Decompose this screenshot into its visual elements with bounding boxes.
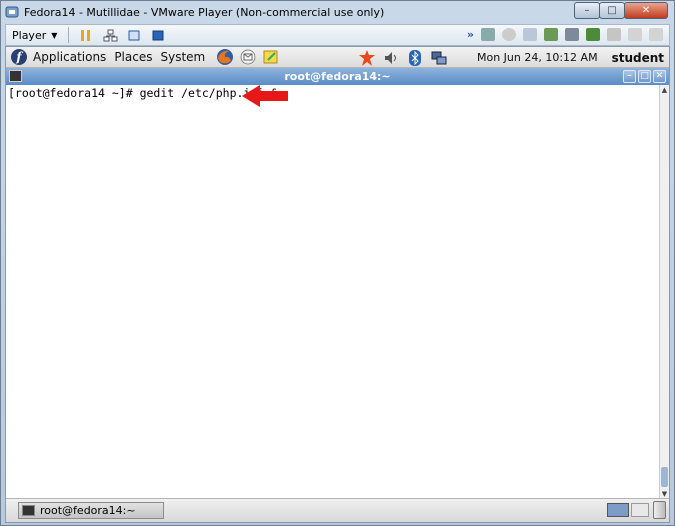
scroll-thumb[interactable] [661, 467, 668, 487]
menu-applications[interactable]: Applications [31, 50, 112, 64]
network-manager-icon[interactable] [431, 50, 447, 66]
email-icon[interactable] [239, 48, 257, 66]
network-adapter-icon[interactable] [544, 28, 558, 41]
menu-system[interactable]: System [158, 50, 211, 64]
trash-icon[interactable] [653, 501, 666, 519]
terminal-maximize-button[interactable]: □ [638, 70, 651, 83]
window-titlebar: Fedora14 - Mutillidae - VMware Player (N… [1, 1, 674, 23]
vmware-toolbar: Player ▼ » [5, 24, 670, 46]
cdrom-icon[interactable] [502, 28, 516, 41]
pause-icon[interactable] [78, 28, 94, 42]
firefox-icon[interactable] [216, 48, 234, 66]
minimize-button[interactable]: – [574, 2, 600, 19]
vmware-icon [5, 6, 19, 18]
terminal-scrollbar[interactable]: ▲ ▼ [659, 85, 669, 499]
user-name[interactable]: student [612, 51, 664, 65]
more-devices-icon[interactable]: » [467, 28, 474, 41]
workspace-1[interactable] [607, 503, 629, 517]
usb-icon[interactable] [586, 28, 600, 41]
taskbar-terminal-button[interactable]: root@fedora14:~ [18, 502, 164, 519]
terminal-titlebar[interactable]: root@fedora14:~ – □ ✕ [6, 68, 669, 85]
toolbar-divider [68, 27, 70, 43]
shell-prompt: [root@fedora14 ~]# [8, 86, 140, 100]
close-button[interactable]: ✕ [624, 2, 668, 19]
window-controls: – □ ✕ [574, 2, 668, 19]
player-label: Player [12, 28, 47, 42]
terminal-icon [22, 505, 35, 516]
volume-icon[interactable] [383, 50, 399, 66]
printer-icon[interactable] [565, 28, 579, 41]
taskbar-task-label: root@fedora14:~ [40, 504, 136, 517]
sound-icon[interactable] [607, 28, 621, 41]
terminal-title: root@fedora14:~ [284, 70, 391, 83]
bluetooth-icon[interactable] [407, 49, 423, 66]
notes-icon[interactable] [262, 48, 280, 66]
fullscreen-icon[interactable] [126, 28, 142, 42]
terminal-output[interactable]: [root@fedora14 ~]# gedit /etc/php.ini & [6, 85, 659, 499]
unity-icon[interactable] [150, 28, 166, 42]
clock[interactable]: Mon Jun 24, 10:12 AM [477, 51, 598, 64]
display-icon[interactable] [649, 28, 663, 41]
vmware-window: Fedora14 - Mutillidae - VMware Player (N… [0, 0, 675, 526]
terminal-icon [9, 70, 22, 82]
annotation-arrow-icon [242, 85, 288, 107]
gnome-top-panel: f Applications Places System Mon Jun 24,… [6, 47, 669, 68]
device-icons: » [467, 28, 663, 41]
message-icon[interactable] [628, 28, 642, 41]
system-tray: Mon Jun 24, 10:12 AM student [358, 47, 669, 68]
scroll-up-icon[interactable]: ▲ [660, 85, 669, 95]
harddisk-icon[interactable] [481, 28, 495, 41]
gnome-bottom-panel: root@fedora14:~ [6, 498, 669, 522]
player-menu-button[interactable]: Player ▼ [6, 25, 63, 45]
fedora-logo-icon: f [11, 49, 27, 65]
maximize-button[interactable]: □ [599, 2, 625, 19]
workspace-2[interactable] [631, 503, 649, 517]
network-icon[interactable] [102, 28, 118, 42]
terminal-minimize-button[interactable]: – [623, 70, 636, 83]
window-title: Fedora14 - Mutillidae - VMware Player (N… [24, 5, 385, 19]
guest-screen[interactable]: f Applications Places System Mon Jun 24,… [5, 46, 670, 523]
update-alert-icon[interactable] [358, 49, 375, 66]
floppy-icon[interactable] [523, 28, 537, 41]
terminal-close-button[interactable]: ✕ [653, 70, 666, 83]
terminal-window-controls: – □ ✕ [621, 70, 666, 83]
menu-places[interactable]: Places [112, 50, 158, 64]
chevron-down-icon: ▼ [51, 30, 58, 40]
